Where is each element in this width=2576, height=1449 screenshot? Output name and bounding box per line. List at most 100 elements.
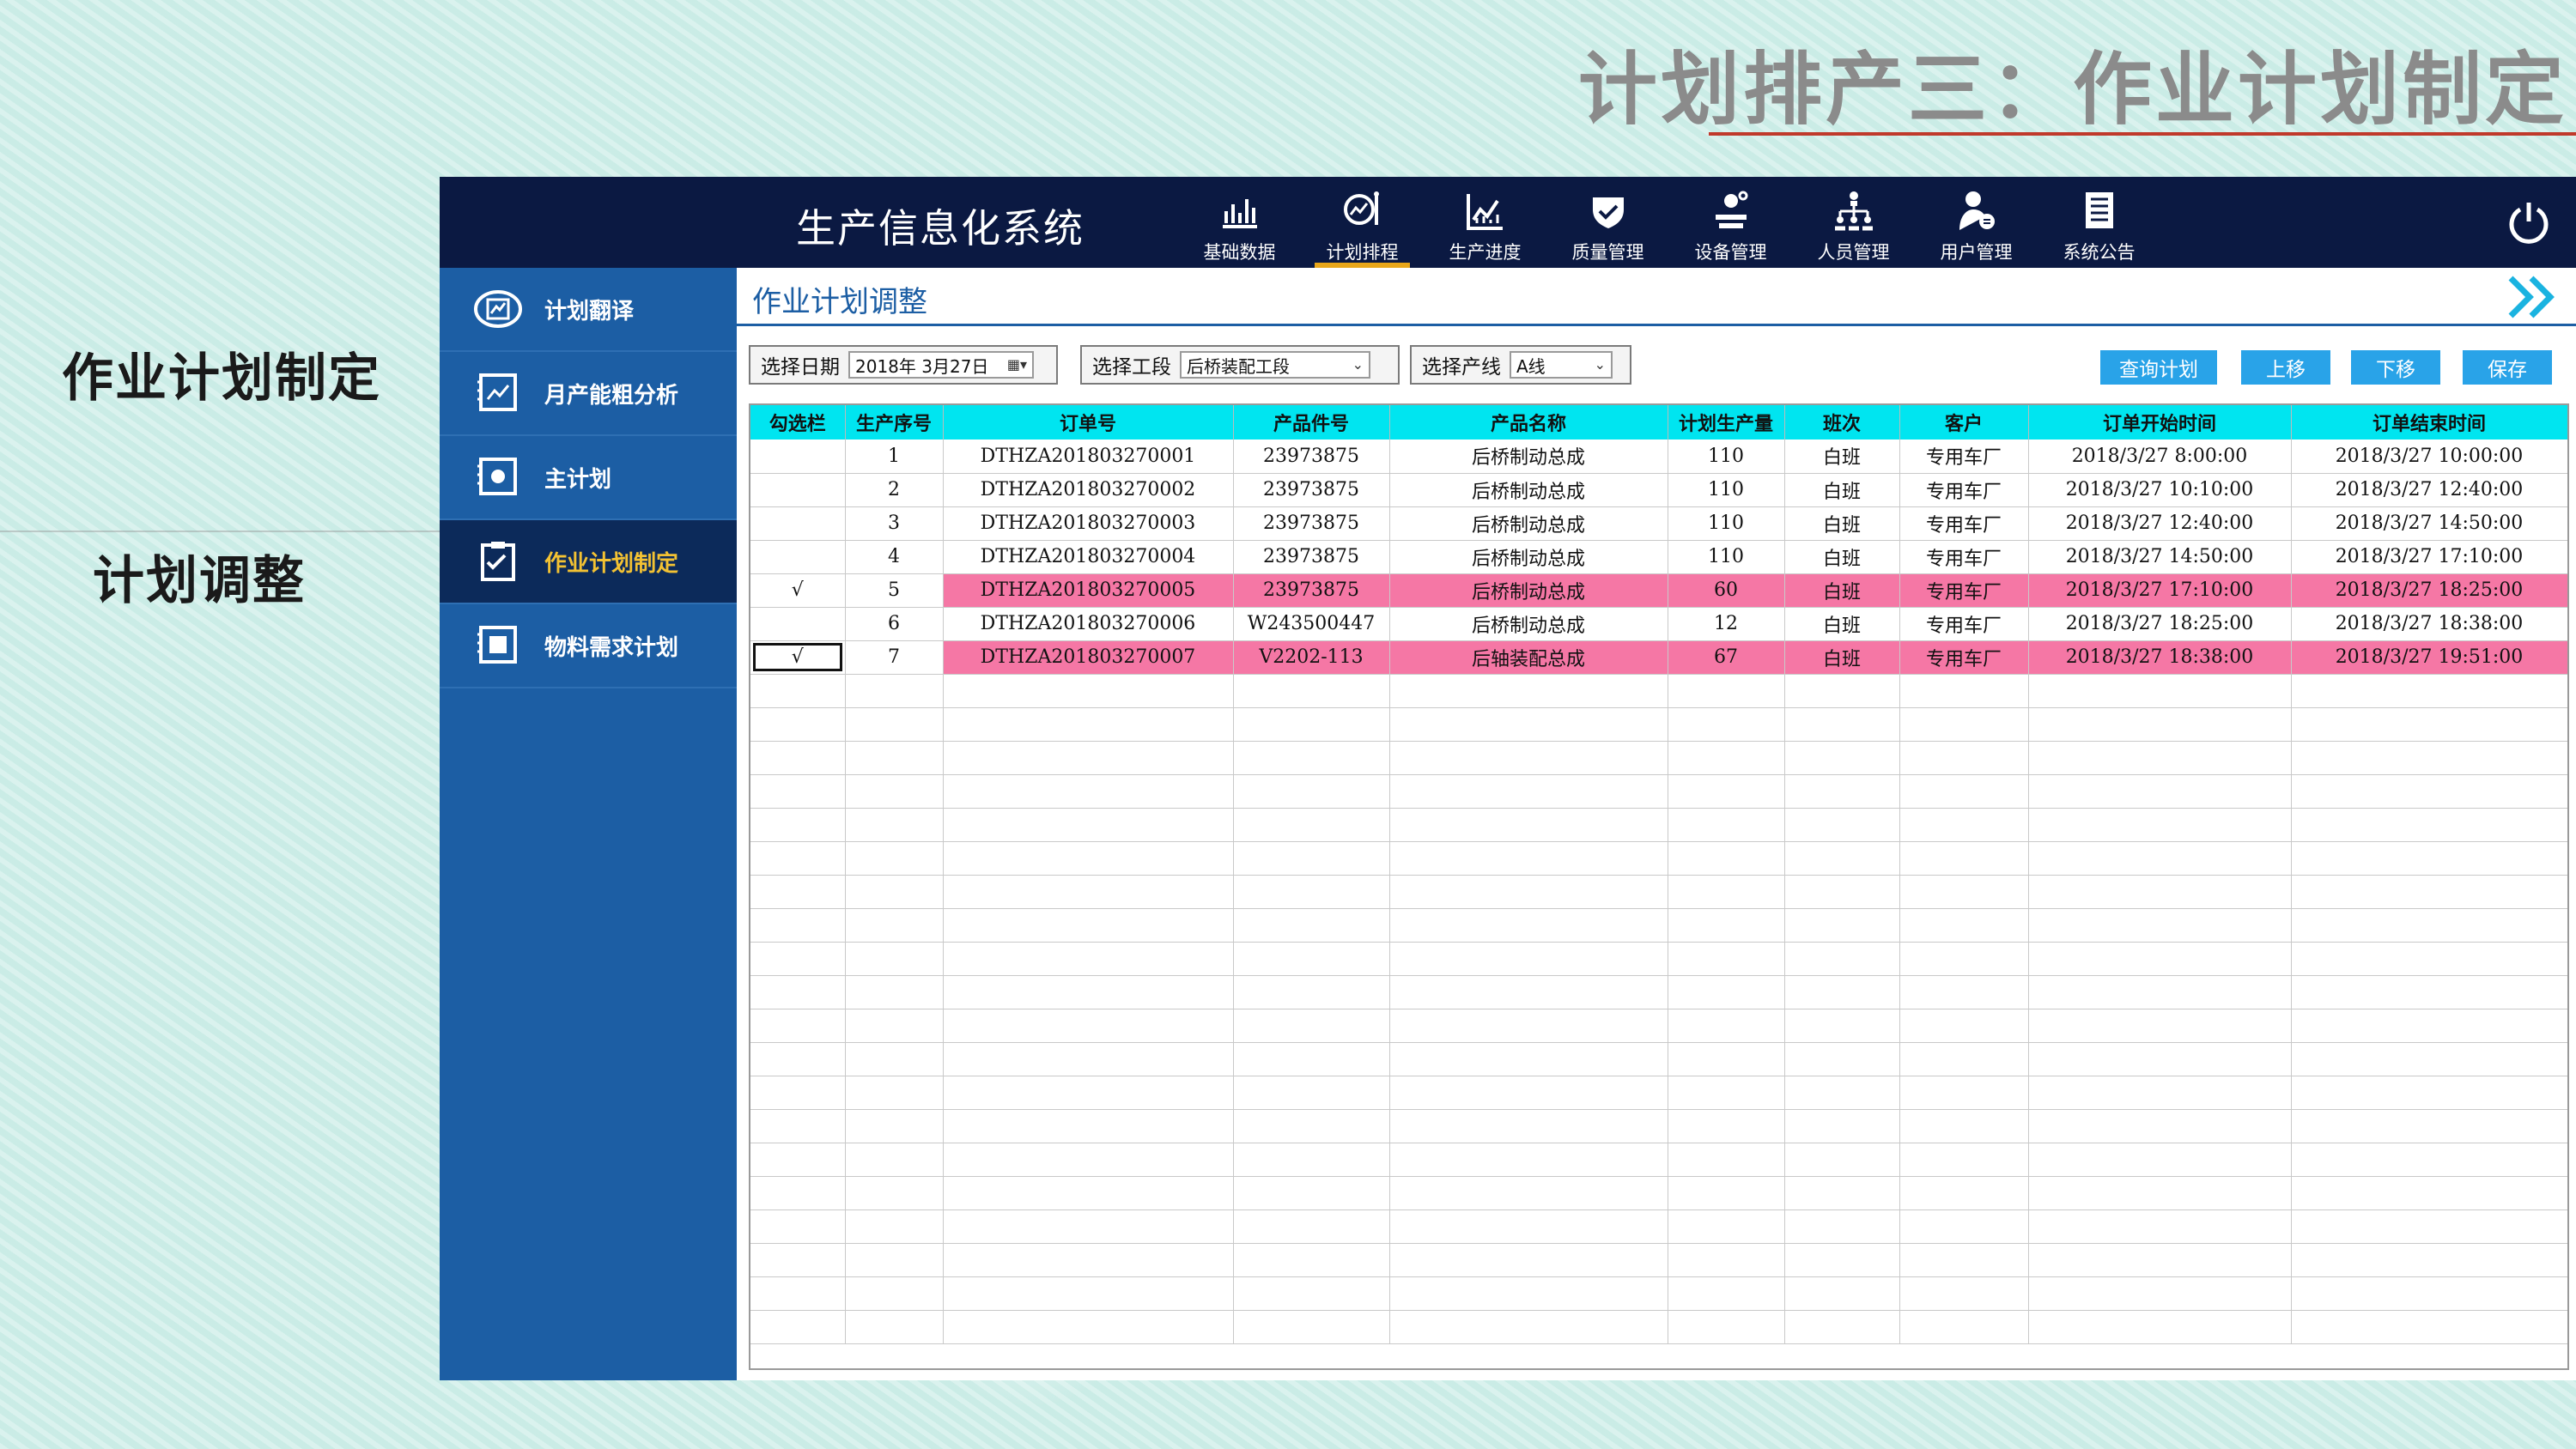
task-plan-icon bbox=[481, 542, 515, 581]
sidebar-item-master-plan[interactable]: 主计划 bbox=[440, 436, 737, 520]
nav-item-equipment[interactable]: 设备管理 bbox=[1669, 184, 1792, 268]
table-cell: 白班 bbox=[1784, 473, 1900, 507]
date-picker[interactable]: 2018年 3月27日 ▦▾ bbox=[848, 351, 1034, 379]
plan-schedule-icon bbox=[1343, 191, 1379, 225]
table-cell bbox=[750, 1276, 846, 1311]
table-cell: 23973875 bbox=[1233, 440, 1390, 474]
table-cell bbox=[1899, 674, 2029, 708]
sidebar-item-material[interactable]: 物料需求计划 bbox=[440, 604, 737, 688]
table-cell bbox=[750, 942, 846, 976]
table-cell: 2018/3/27 10:00:00 bbox=[2291, 440, 2567, 474]
table-cell bbox=[2028, 707, 2292, 742]
table-cell bbox=[943, 1176, 1234, 1210]
table-row[interactable]: 6 DTHZA201803270006 W243500447 后桥制动总成 12 白班 专用… bbox=[750, 607, 2567, 641]
table-cell bbox=[1899, 1143, 2029, 1177]
table-cell bbox=[845, 741, 944, 775]
table-cell: DTHZA201803270003 bbox=[943, 506, 1234, 541]
column-header[interactable]: 生产序号 bbox=[845, 405, 944, 440]
row-checkbox[interactable] bbox=[750, 540, 846, 574]
table-cell: 后桥制动总成 bbox=[1389, 573, 1668, 608]
table-cell bbox=[943, 774, 1234, 809]
nav-item-basic-data[interactable]: 基础数据 bbox=[1178, 184, 1301, 268]
power-icon[interactable] bbox=[2506, 199, 2552, 246]
table-cell bbox=[1668, 707, 1785, 742]
nav-item-users[interactable]: 用户管理 bbox=[1915, 184, 2038, 268]
column-header[interactable]: 班次 bbox=[1784, 405, 1900, 440]
table-cell: 白班 bbox=[1784, 607, 1900, 641]
row-checkbox[interactable] bbox=[750, 506, 846, 541]
table-cell bbox=[1233, 1210, 1390, 1244]
column-header[interactable]: 产品名称 bbox=[1389, 405, 1668, 440]
nav-item-notice[interactable]: 系统公告 bbox=[2038, 184, 2160, 268]
row-checkbox[interactable] bbox=[750, 473, 846, 507]
date-value: 2018年 3月27日 bbox=[855, 355, 989, 377]
table-row[interactable]: 1 DTHZA201803270001 23973875 后桥制动总成 110 白班 专用车… bbox=[750, 440, 2567, 474]
sidebar-item-label: 主计划 bbox=[544, 466, 612, 493]
table-row[interactable]: 3 DTHZA201803270003 23973875 后桥制动总成 110 白班 专用车… bbox=[750, 506, 2567, 541]
table-row[interactable]: √ 7 DTHZA201803270007 V2202-113 后轴装配总成 67 白班 专用… bbox=[750, 640, 2567, 675]
table-cell bbox=[750, 1243, 846, 1277]
column-header[interactable]: 客户 bbox=[1899, 405, 2029, 440]
table-cell bbox=[1389, 1009, 1668, 1043]
nav-item-progress[interactable]: 生产进度 bbox=[1424, 184, 1546, 268]
table-cell bbox=[2028, 1109, 2292, 1143]
table-cell: 白班 bbox=[1784, 440, 1900, 474]
table-cell bbox=[1233, 774, 1390, 809]
row-checkbox[interactable] bbox=[750, 607, 846, 641]
column-header[interactable]: 订单号 bbox=[943, 405, 1234, 440]
row-checkbox[interactable]: √ bbox=[750, 573, 846, 608]
table-cell bbox=[1899, 875, 2029, 909]
double-chevron-right-icon[interactable] bbox=[2506, 273, 2562, 321]
table-cell bbox=[845, 908, 944, 943]
table-cell: 3 bbox=[845, 506, 944, 541]
query-plan-button[interactable]: 查询计划 bbox=[2100, 350, 2217, 385]
section-filter: 选择工段 后桥装配工段 ⌄ bbox=[1080, 345, 1400, 385]
nav-item-personnel[interactable]: 人员管理 bbox=[1792, 184, 1915, 268]
table-row[interactable]: 4 DTHZA201803270004 23973875 后桥制动总成 110 白班 专用车… bbox=[750, 540, 2567, 574]
table-cell bbox=[1389, 875, 1668, 909]
table-cell: 后轴装配总成 bbox=[1389, 640, 1668, 675]
column-header[interactable]: 订单开始时间 bbox=[2028, 405, 2292, 440]
equipment-icon bbox=[1715, 191, 1747, 228]
sidebar-item-plan-translate[interactable]: 计划翻译 bbox=[440, 268, 737, 352]
move-up-button[interactable]: 上移 bbox=[2241, 350, 2330, 385]
table-cell: 白班 bbox=[1784, 640, 1900, 675]
sidebar-item-capacity[interactable]: 月产能粗分析 bbox=[440, 352, 737, 436]
table-cell bbox=[2291, 1176, 2567, 1210]
move-down-button[interactable]: 下移 bbox=[2351, 350, 2440, 385]
org-chart-icon bbox=[1834, 191, 1873, 231]
nav-item-plan-schedule[interactable]: 计划排程 bbox=[1301, 184, 1424, 268]
table-cell: DTHZA201803270007 bbox=[943, 640, 1234, 675]
column-header[interactable]: 产品件号 bbox=[1233, 405, 1390, 440]
table-cell bbox=[1784, 1176, 1900, 1210]
table-cell: 23973875 bbox=[1233, 473, 1390, 507]
column-header[interactable]: 勾选栏 bbox=[750, 405, 846, 440]
table-cell bbox=[2028, 1176, 2292, 1210]
table-cell bbox=[943, 741, 1234, 775]
row-checkbox[interactable]: √ bbox=[750, 640, 846, 675]
table-cell bbox=[750, 975, 846, 1009]
table-cell: 7 bbox=[845, 640, 944, 675]
column-header[interactable]: 订单结束时间 bbox=[2291, 405, 2567, 440]
table-cell bbox=[943, 1310, 1234, 1344]
empty-row bbox=[750, 1210, 2567, 1244]
save-button[interactable]: 保存 bbox=[2463, 350, 2552, 385]
nav-item-quality[interactable]: 质量管理 bbox=[1546, 184, 1669, 268]
line-select[interactable]: A线 ⌄ bbox=[1510, 351, 1613, 379]
row-checkbox[interactable] bbox=[750, 440, 846, 474]
sidebar-item-task-plan[interactable]: 作业计划制定 bbox=[440, 520, 737, 604]
table-cell: 60 bbox=[1668, 573, 1785, 608]
sidebar-item-label: 物料需求计划 bbox=[544, 634, 679, 661]
table-cell bbox=[2291, 841, 2567, 876]
section-select[interactable]: 后桥装配工段 ⌄ bbox=[1180, 351, 1370, 379]
table-row[interactable]: √ 5 DTHZA201803270005 23973875 后桥制动总成 60 白班 专用车… bbox=[750, 573, 2567, 608]
table-cell bbox=[1389, 1143, 1668, 1177]
table-row[interactable]: 2 DTHZA201803270002 23973875 后桥制动总成 110 白班 专用车… bbox=[750, 473, 2567, 507]
table-cell bbox=[1784, 674, 1900, 708]
table-cell bbox=[943, 1009, 1234, 1043]
table-cell bbox=[1389, 741, 1668, 775]
table-cell: 12 bbox=[1668, 607, 1785, 641]
column-header[interactable]: 计划生产量 bbox=[1668, 405, 1785, 440]
table-cell bbox=[1668, 1310, 1785, 1344]
notice-icon bbox=[2085, 192, 2113, 228]
